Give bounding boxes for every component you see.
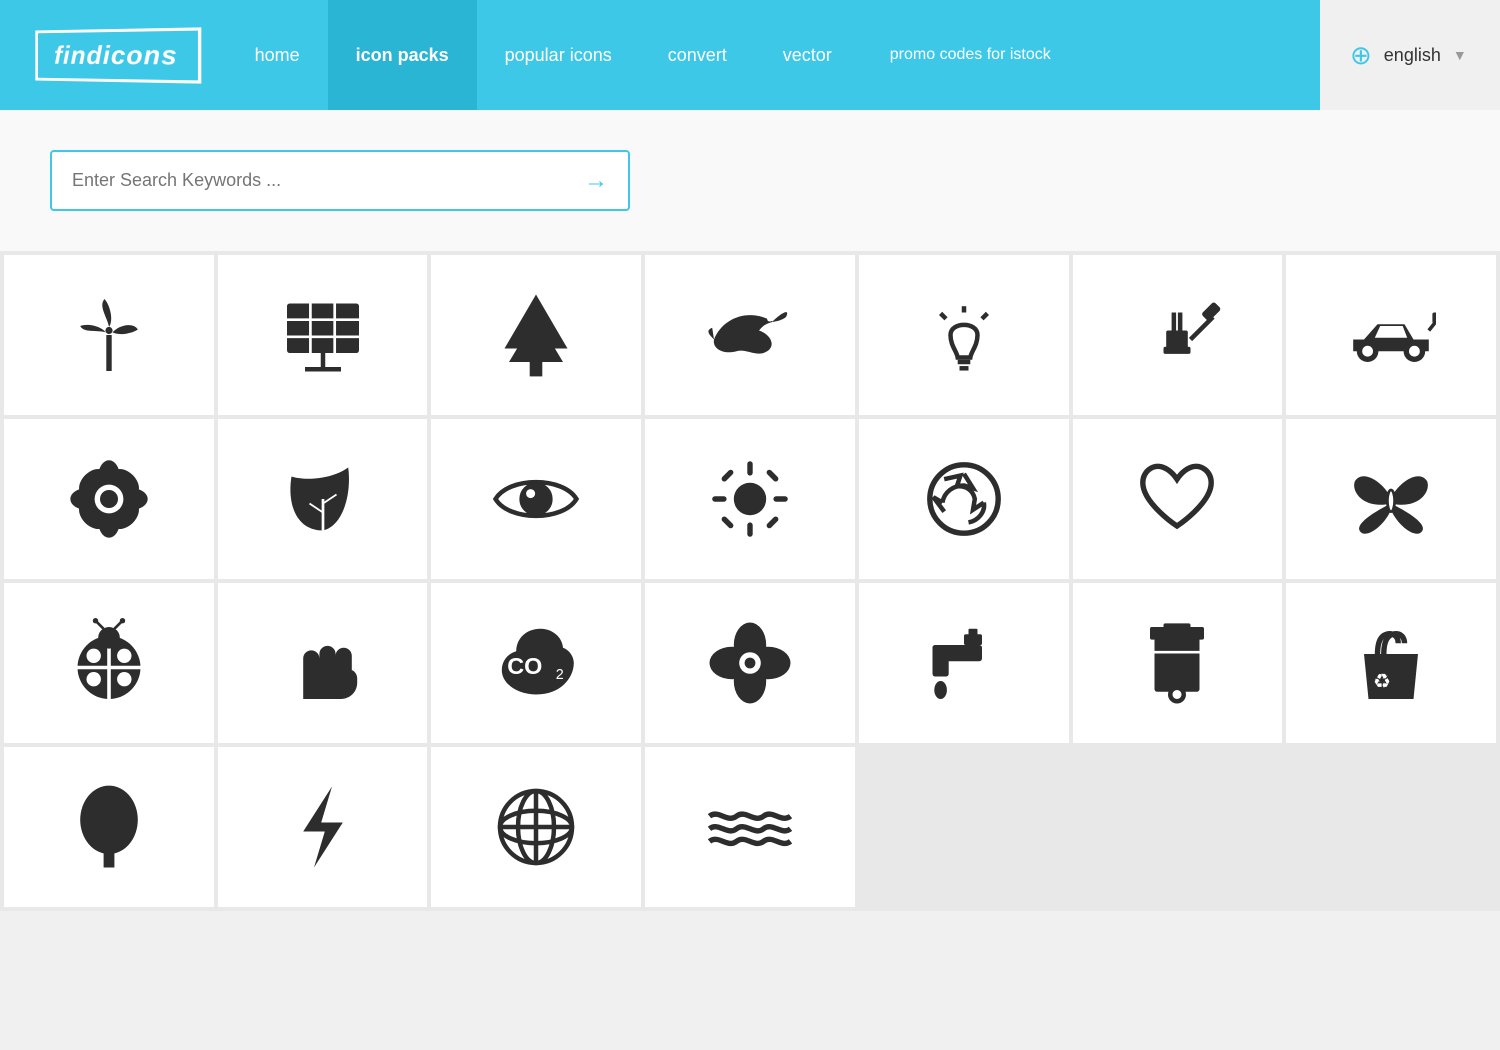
icon-lightbulb[interactable] bbox=[859, 255, 1069, 415]
icon-co2[interactable]: CO 2 bbox=[431, 583, 641, 743]
language-label: english bbox=[1384, 45, 1441, 66]
icon-bird[interactable] bbox=[645, 255, 855, 415]
icon-leaf[interactable] bbox=[218, 419, 428, 579]
icon-waves[interactable] bbox=[645, 747, 855, 907]
icon-lightning[interactable] bbox=[218, 747, 428, 907]
navigation: findicons home icon packs popular icons … bbox=[0, 0, 1500, 110]
chevron-down-icon: ▼ bbox=[1453, 47, 1467, 63]
icon-tree[interactable] bbox=[4, 747, 214, 907]
logo-text: findicons bbox=[54, 39, 178, 70]
icon-eye[interactable] bbox=[431, 419, 641, 579]
icon-electric-car[interactable] bbox=[1286, 255, 1496, 415]
icon-flower[interactable] bbox=[4, 419, 214, 579]
icon-faucet[interactable] bbox=[859, 583, 1069, 743]
svg-text:2: 2 bbox=[556, 667, 564, 683]
icon-trash-bin[interactable] bbox=[1073, 583, 1283, 743]
icon-recycle[interactable] bbox=[859, 419, 1069, 579]
nav-home[interactable]: home bbox=[227, 0, 328, 110]
icon-wind-turbine[interactable] bbox=[4, 255, 214, 415]
icon-globe[interactable] bbox=[431, 747, 641, 907]
nav-vector[interactable]: vector bbox=[755, 0, 860, 110]
icon-butterfly[interactable] bbox=[1286, 419, 1496, 579]
icon-recycle-bag[interactable]: ♻ bbox=[1286, 583, 1496, 743]
icon-grid: CO 2 bbox=[0, 251, 1500, 911]
nav-popular-icons[interactable]: popular icons bbox=[477, 0, 640, 110]
search-box: → bbox=[50, 150, 630, 211]
nav-right: ⊕ english ▼ bbox=[1320, 0, 1500, 110]
icon-pine-tree[interactable] bbox=[431, 255, 641, 415]
icon-ladybug[interactable] bbox=[4, 583, 214, 743]
icon-sprout[interactable] bbox=[645, 583, 855, 743]
nav-promo[interactable]: promo codes for istock bbox=[860, 0, 1081, 110]
svg-text:♻: ♻ bbox=[1373, 671, 1391, 693]
icon-plug[interactable] bbox=[1073, 255, 1283, 415]
nav-links: home icon packs popular icons convert ve… bbox=[227, 0, 1320, 110]
icon-solar-panel[interactable] bbox=[218, 255, 428, 415]
nav-convert[interactable]: convert bbox=[640, 0, 755, 110]
globe-icon: ⊕ bbox=[1350, 40, 1372, 71]
search-section: → bbox=[0, 110, 1500, 251]
nav-icon-packs[interactable]: icon packs bbox=[328, 0, 477, 110]
search-button[interactable]: → bbox=[564, 167, 628, 195]
search-input[interactable] bbox=[52, 152, 564, 209]
logo[interactable]: findicons bbox=[0, 0, 227, 110]
icon-empty-2 bbox=[1073, 747, 1283, 907]
icon-empty-1 bbox=[859, 747, 1069, 907]
icon-heart[interactable] bbox=[1073, 419, 1283, 579]
svg-text:CO: CO bbox=[507, 653, 542, 679]
icon-sun[interactable] bbox=[645, 419, 855, 579]
icon-empty-3 bbox=[1286, 747, 1496, 907]
icon-hand[interactable] bbox=[218, 583, 428, 743]
